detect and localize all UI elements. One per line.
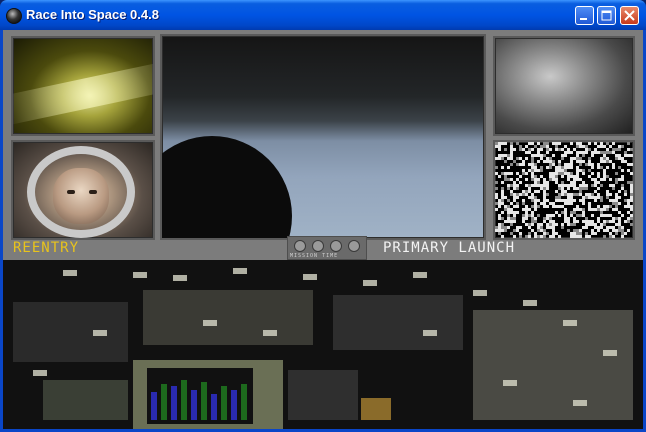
mission-step-label: PRIMARY LAUNCH (383, 240, 516, 256)
right-lit-panel (473, 310, 633, 420)
game-viewport[interactable]: REENTRY MISSION TIME PRIMARY LAUNCH (3, 30, 643, 429)
mission-time-dial-1 (294, 240, 306, 252)
astronaut-face (53, 168, 109, 224)
title-bar[interactable]: Race Into Space 0.4.8 (0, 0, 646, 30)
cockpit-light (63, 270, 77, 276)
indicator-bar (171, 386, 177, 420)
indicator-bar (181, 380, 187, 420)
cockpit-light (523, 300, 537, 306)
right-instrument-bank (333, 295, 463, 350)
cockpit-light (203, 320, 217, 326)
cockpit-panel (3, 260, 643, 429)
indicator-bar (151, 392, 157, 420)
monitor-top-left (11, 36, 155, 136)
indicator-bar (201, 382, 207, 420)
mission-time-dial-2 (312, 240, 324, 252)
mission-time-dial-3 (330, 240, 342, 252)
cockpit-light (33, 370, 47, 376)
warning-panel (361, 398, 391, 420)
upper-instrument-bank (143, 290, 313, 345)
cockpit-light (263, 330, 277, 336)
lower-left-console (43, 380, 128, 420)
astronaut-eye-left (67, 190, 75, 194)
earth-horizon-shadow (162, 136, 292, 238)
static-noise (495, 142, 633, 238)
cockpit-light (603, 350, 617, 356)
close-button[interactable] (620, 6, 639, 25)
indicator-bar (241, 384, 247, 420)
astronaut-eye-right (89, 190, 97, 194)
monitor-bottom-left (11, 140, 155, 240)
mission-time-dial-4 (348, 240, 360, 252)
cockpit-light (363, 280, 377, 286)
cockpit-light (233, 268, 247, 274)
cockpit-light (503, 380, 517, 386)
cockpit-light (423, 330, 437, 336)
app-window: Race Into Space 0.4.8 REENTRY MISSION TI… (0, 0, 646, 432)
window-title: Race Into Space 0.4.8 (26, 7, 159, 22)
indicator-bar (221, 386, 227, 420)
indicator-bar (211, 394, 217, 420)
cockpit-light (473, 290, 487, 296)
indicator-bar (161, 384, 167, 420)
monitor-console: REENTRY MISSION TIME PRIMARY LAUNCH (3, 30, 643, 260)
cockpit-light (413, 272, 427, 278)
indicator-bar (191, 390, 197, 420)
mission-phase-label: REENTRY (13, 240, 80, 256)
cockpit-light (173, 275, 187, 281)
cockpit-light (573, 400, 587, 406)
left-instrument-bank (13, 302, 128, 362)
cockpit-light (133, 272, 147, 278)
close-icon (624, 10, 635, 21)
monitor-top-right (493, 36, 635, 136)
cockpit-light (563, 320, 577, 326)
minimize-button[interactable] (575, 6, 594, 25)
app-icon[interactable] (6, 8, 22, 24)
monitor-bottom-right-static (493, 140, 635, 240)
mission-time-panel: MISSION TIME (287, 236, 367, 260)
cockpit-instruments (3, 260, 643, 429)
maximize-button[interactable] (597, 6, 616, 25)
mission-time-label: MISSION TIME (290, 253, 339, 259)
lower-center-console (288, 370, 358, 420)
cockpit-light (303, 274, 317, 280)
minimize-icon (580, 18, 587, 20)
indicator-bar (231, 390, 237, 420)
cockpit-light (93, 330, 107, 336)
monitor-main-view (160, 34, 486, 240)
maximize-icon (601, 10, 612, 21)
